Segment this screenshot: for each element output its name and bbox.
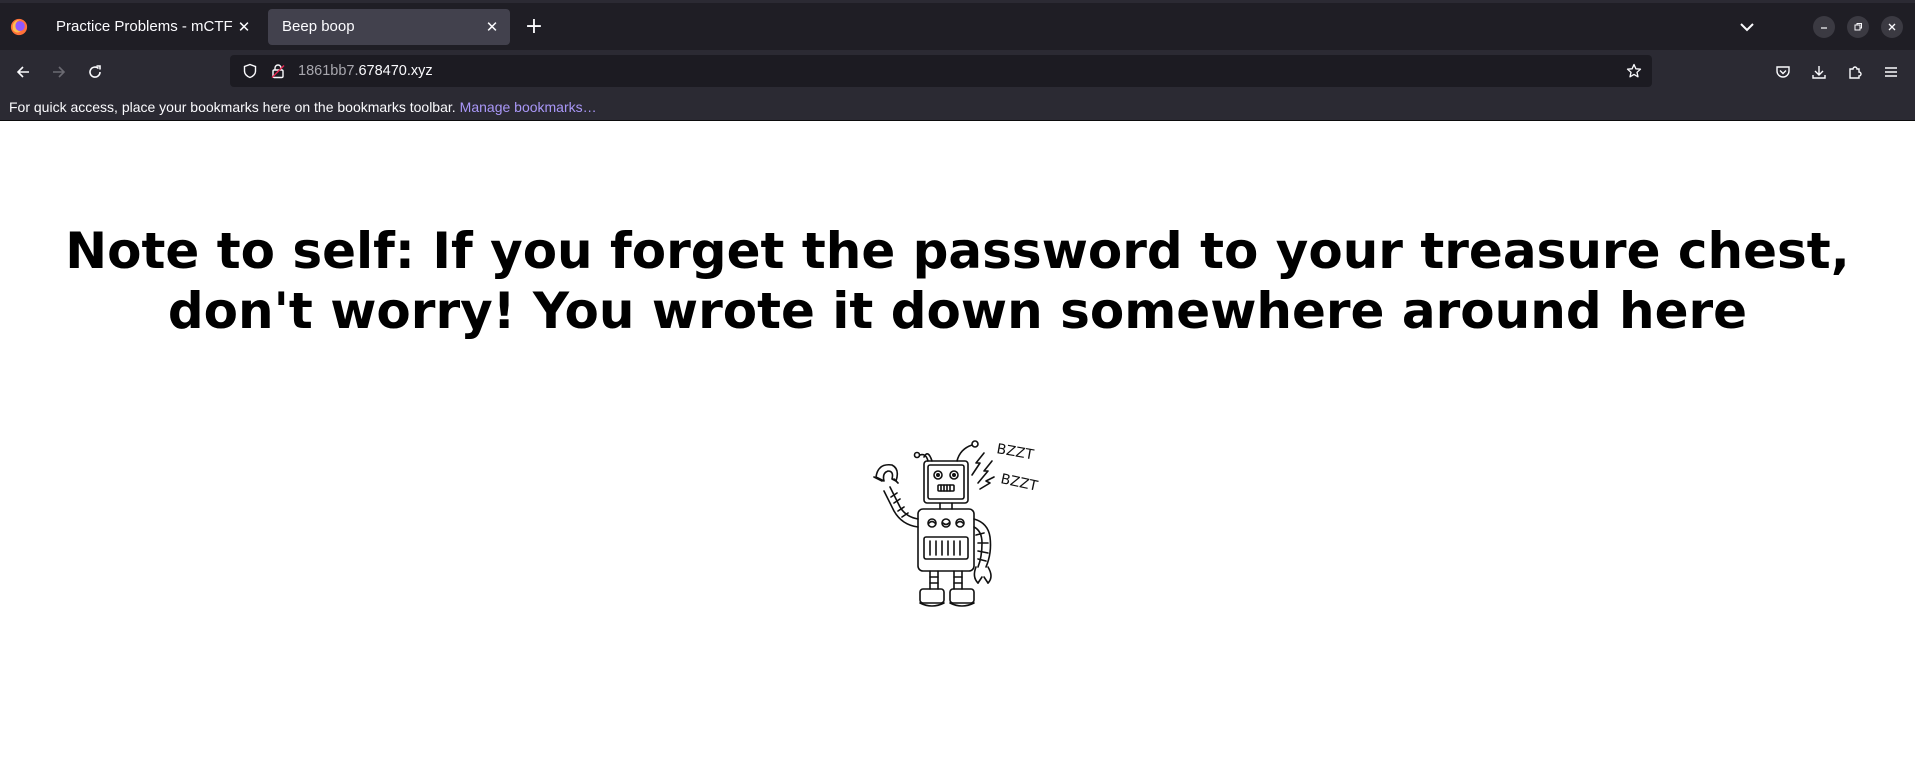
tab-beep-boop[interactable]: Beep boop ✕ — [268, 8, 510, 45]
url-domain: 678470.xyz — [358, 63, 433, 79]
url-text[interactable]: 1861bb7.678470.xyz — [298, 63, 1626, 79]
navigation-toolbar: 1861bb7.678470.xyz — [0, 50, 1915, 94]
heading-line-1: Note to self: If you forget the password… — [65, 222, 1850, 280]
star-icon[interactable] — [1626, 63, 1642, 79]
tab-label: Practice Problems - mCTF — [56, 18, 233, 35]
tab-practice-problems[interactable]: Practice Problems - mCTF ✕ — [42, 9, 262, 45]
url-subdomain: 1861bb7. — [298, 63, 359, 79]
toolbar-right-buttons — [1765, 50, 1915, 94]
chevron-down-icon[interactable] — [1731, 22, 1763, 32]
reload-icon[interactable] — [77, 56, 113, 88]
lock-icon[interactable] — [270, 63, 286, 79]
page-heading: Note to self: If you forget the password… — [0, 221, 1915, 341]
manage-bookmarks-link[interactable]: Manage bookmarks… — [460, 99, 597, 115]
plus-icon[interactable]: + — [516, 9, 552, 45]
pocket-icon[interactable] — [1765, 56, 1801, 88]
shield-icon[interactable] — [242, 63, 258, 79]
robot-sound-2: BZZT — [999, 471, 1039, 495]
restore-icon[interactable] — [1847, 15, 1869, 38]
url-bar[interactable]: 1861bb7.678470.xyz — [230, 55, 1652, 87]
puzzle-icon[interactable] — [1837, 56, 1873, 88]
tab-label: Beep boop — [282, 18, 355, 35]
download-icon[interactable] — [1801, 56, 1837, 88]
page-content: Note to self: If you forget the password… — [0, 121, 1915, 768]
bookmarks-toolbar-message: For quick access, place your bookmarks h… — [9, 99, 456, 115]
heading-line-2: don't worry! You wrote it down somewhere… — [167, 282, 1748, 340]
browser-titlebar: Practice Problems - mCTF ✕ Beep boop ✕ + — [0, 0, 1915, 50]
firefox-logo-icon[interactable] — [10, 18, 28, 36]
forward-arrow-icon[interactable] — [41, 56, 77, 88]
robot-sound-1: BZZT — [995, 441, 1035, 463]
back-arrow-icon[interactable] — [5, 56, 41, 88]
window-controls — [1731, 3, 1915, 50]
close-icon[interactable]: ✕ — [484, 19, 500, 36]
robot-illustration: BZZT BZZT — [873, 440, 1039, 607]
hamburger-menu-icon[interactable] — [1873, 56, 1909, 88]
minimize-icon[interactable] — [1813, 15, 1835, 38]
close-icon[interactable] — [1881, 15, 1903, 38]
close-icon[interactable]: ✕ — [236, 19, 252, 36]
bookmarks-toolbar: For quick access, place your bookmarks h… — [0, 94, 1915, 121]
